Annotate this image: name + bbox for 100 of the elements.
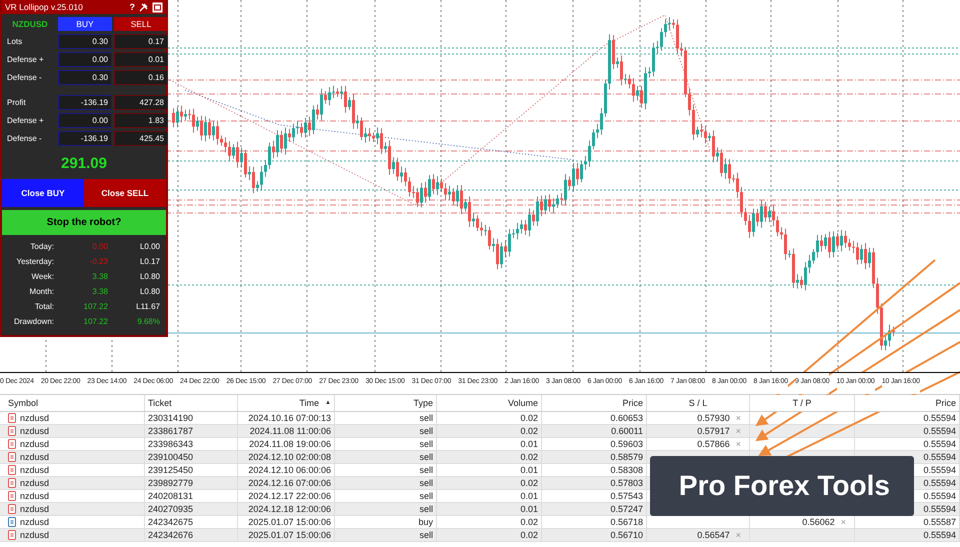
table-cell: 0.56718 [610,517,643,527]
order-icon [8,465,16,475]
table-cell: 0.56062 [802,517,835,527]
table-cell: 233861787 [148,426,194,436]
banner: Pro Forex Tools [650,456,914,516]
table-cell: sell [419,491,433,501]
table-cell: 0.55594 [923,439,956,449]
field-label: Profit [6,97,27,109]
stat-value: -0.23 [88,256,108,268]
buy-value-field: 0.00 [58,113,112,128]
order-icon [8,504,16,514]
table-cell: 0.57803 [610,478,643,488]
column-header[interactable]: Price [542,395,647,411]
sell-value-field: 425.45 [114,131,168,146]
table-cell: 0.01 [520,439,538,449]
table-cell: 0.02 [520,530,538,540]
buy-value-field: 0.30 [58,70,112,85]
field-label: Defense + [6,54,45,66]
table-cell: 242342675 [148,517,194,527]
stat-label: Drawdown: [12,316,54,328]
column-header[interactable]: Symbol [5,395,145,411]
table-cell: 2024.12.16 07:00:06 [248,478,331,488]
table-cell: sell [419,452,433,462]
table-cell: 0.02 [520,452,538,462]
table-cell: sell [419,478,433,488]
stat-value: 107.22 [82,316,108,328]
sell-header: SELL [114,17,168,31]
table-cell: 2025.01.07 15:00:06 [248,517,331,527]
table-cell: 239892779 [148,478,194,488]
table-cell: nzdusd [20,517,50,527]
stat-label: Today: [29,241,54,253]
table-cell: sell [419,413,433,423]
panel-title: VR Lollipop v.25.010 [5,2,84,12]
table-cell: nzdusd [20,491,50,501]
table-cell: sell [419,465,433,475]
column-header[interactable]: S / L [647,395,750,411]
table-cell: 0.55587 [923,517,956,527]
table-cell: 0.55594 [923,491,956,501]
stop-robot-button[interactable]: Stop the robot? [2,207,166,235]
window-icon[interactable] [152,2,163,12]
field-label: Defense + [6,115,45,127]
buy-value-field: 0.00 [58,52,112,67]
table-cell: sell [419,439,433,449]
table-cell: nzdusd [20,439,50,449]
buy-value-field: 0.30 [58,34,112,49]
stat-value: 3.38 [91,271,108,283]
table-cell: 0.55594 [923,478,956,488]
stat-value: L0.17 [138,256,160,268]
close-sell-button[interactable]: Close SELL [84,179,166,207]
table-cell: 0.58308 [610,465,643,475]
help-button[interactable]: ? [130,2,135,12]
buy-value-field: -136.19 [58,131,112,146]
table-cell: nzdusd [20,465,50,475]
table-cell: 0.55594 [923,465,956,475]
table-cell: 2024.12.17 22:00:06 [248,491,331,501]
sell-value-field: 0.01 [114,52,168,67]
table-cell: 239125450 [148,465,194,475]
column-header[interactable]: T / P [750,395,855,411]
table-cell: 0.59603 [610,439,643,449]
table-cell: 0.57543 [610,491,643,501]
order-icon [8,478,16,488]
tools-icon[interactable] [139,2,148,12]
column-header[interactable]: Price [855,395,960,411]
order-icon [8,439,16,449]
table-cell: 240270935 [148,504,194,514]
total-profit: 291.09 [60,154,108,174]
table-cell: 0.55594 [923,504,956,514]
table-cell: 0.02 [520,426,538,436]
table-cell: 2025.01.07 15:00:06 [248,530,331,540]
sell-value-field: 427.28 [114,95,168,110]
stat-value: L11.67 [135,301,160,313]
table-cell: 0.60653 [610,413,643,423]
table-cell: nzdusd [20,452,50,462]
sell-value-field: 1.83 [114,113,168,128]
table-cell: sell [419,504,433,514]
table-cell: 0.55594 [923,426,956,436]
stat-label: Month: [28,286,54,298]
stat-label: Week: [30,271,54,283]
order-icon [8,530,16,540]
field-label: Lots [6,36,24,48]
stat-label: Total: [34,301,54,313]
table-cell: buy [418,517,433,527]
table-cell: 230314190 [148,413,194,423]
table-cell: 2024.12.18 12:00:06 [248,504,331,514]
sell-value-field: 0.16 [114,70,168,85]
column-header[interactable]: Type [335,395,437,411]
column-header[interactable]: Ticket [145,395,238,411]
table-cell: 0.01 [520,491,538,501]
table-cell: nzdusd [20,426,50,436]
table-cell: 240208131 [148,491,194,501]
table-cell: 242342676 [148,530,194,540]
order-icon [8,491,16,501]
column-header[interactable]: Volume [437,395,542,411]
table-cell: 0.57930 [697,413,730,423]
stat-value: 3.38 [91,286,108,298]
table-cell: sell [419,426,433,436]
stat-value: L0.80 [138,286,160,298]
table-cell: 2024.12.10 02:00:08 [248,452,331,462]
close-buy-button[interactable]: Close BUY [2,179,84,207]
order-icon [8,517,16,527]
